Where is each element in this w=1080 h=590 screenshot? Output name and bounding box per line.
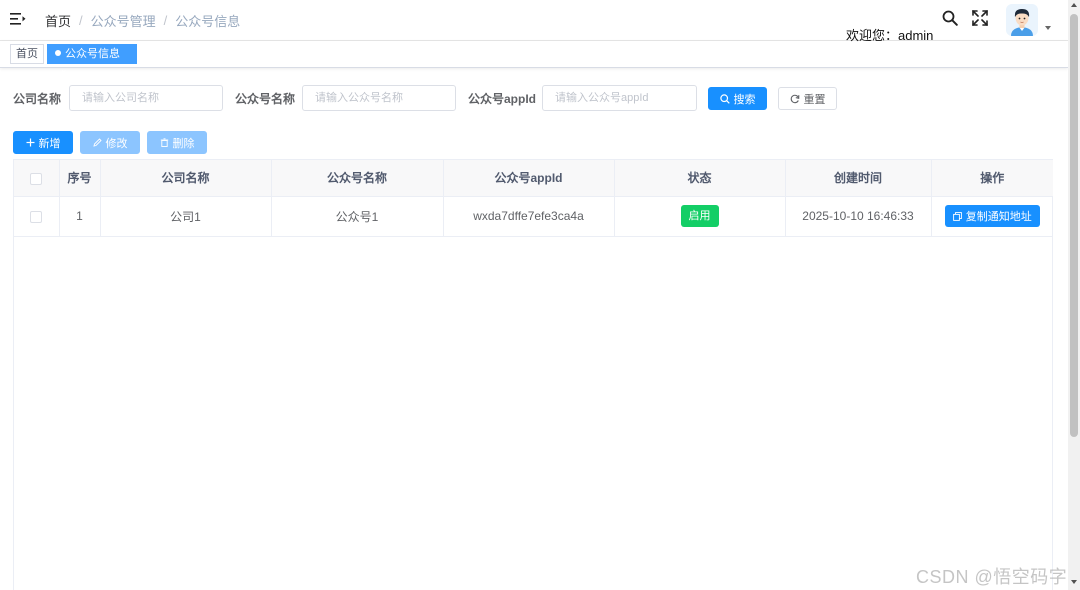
avatar-icon bbox=[1006, 4, 1038, 36]
company-name-label: 公司名称 bbox=[13, 92, 62, 106]
table-header-row: 序号 公司名称 公众号名称 公众号appId 状态 创建时间 操作 bbox=[14, 160, 1053, 197]
breadcrumb-home[interactable]: 首页 bbox=[45, 11, 71, 30]
cell-index: 1 bbox=[59, 196, 101, 237]
scroll-down-arrow-icon[interactable] bbox=[1071, 580, 1077, 584]
account-name-input[interactable] bbox=[302, 85, 456, 111]
edit-button[interactable]: 修改 bbox=[80, 131, 140, 154]
table-row: 1 公司1 公众号1 wxda7dffe7efe3ca4a 启用 2025-10… bbox=[14, 196, 1053, 237]
add-button-label: 新增 bbox=[38, 137, 61, 150]
cell-appid: wxda7dffe7efe3ca4a bbox=[443, 196, 615, 237]
add-button[interactable]: 新增 bbox=[13, 131, 73, 154]
cell-status: 启用 bbox=[614, 196, 786, 237]
appid-input[interactable] bbox=[542, 85, 697, 111]
tag-label: 公众号信息 bbox=[65, 48, 120, 60]
search-button[interactable]: 搜索 bbox=[708, 87, 767, 110]
header-created-time: 创建时间 bbox=[785, 160, 932, 197]
edit-button-label: 修改 bbox=[105, 137, 128, 150]
header-actions: 操作 bbox=[931, 160, 1053, 197]
fullscreen-icon[interactable] bbox=[972, 10, 988, 26]
hamburger-icon[interactable] bbox=[10, 12, 26, 26]
copy-icon bbox=[952, 211, 962, 221]
copy-notify-url-button[interactable]: 复制通知地址 bbox=[944, 205, 1040, 227]
delete-button[interactable]: 删除 bbox=[147, 131, 207, 154]
appid-label: 公众号appId bbox=[468, 92, 536, 106]
cell-select bbox=[14, 196, 60, 237]
breadcrumb-account-info: 公众号信息 bbox=[175, 14, 241, 29]
reset-button-label: 重置 bbox=[803, 93, 826, 106]
active-dot-icon bbox=[55, 50, 61, 56]
caret-down-icon[interactable] bbox=[1045, 26, 1051, 30]
header-select-all bbox=[14, 160, 60, 197]
cell-actions: 复制通知地址 bbox=[931, 196, 1053, 237]
scroll-up-arrow-icon[interactable] bbox=[1071, 3, 1077, 7]
scroll-thumb[interactable] bbox=[1070, 14, 1078, 437]
breadcrumb: 首页 / 公众号管理 / 公众号信息 bbox=[45, 11, 240, 30]
tag-home[interactable]: 首页 bbox=[10, 44, 44, 64]
row-checkbox[interactable] bbox=[30, 210, 43, 223]
header-index: 序号 bbox=[59, 160, 101, 197]
status-badge: 启用 bbox=[680, 205, 719, 227]
header-status: 状态 bbox=[614, 160, 786, 197]
header-company-name: 公司名称 bbox=[100, 160, 272, 197]
search-button-label: 搜索 bbox=[733, 93, 756, 106]
search-icon bbox=[719, 93, 730, 104]
delete-button-label: 删除 bbox=[172, 137, 195, 150]
breadcrumb-separator: / bbox=[163, 13, 168, 28]
edit-icon bbox=[92, 138, 102, 147]
data-table: 序号 公司名称 公众号名称 公众号appId 状态 创建时间 操作 1 公司1 … bbox=[13, 159, 1053, 590]
header-appid: 公众号appId bbox=[443, 160, 615, 197]
company-name-input[interactable] bbox=[69, 85, 223, 111]
trash-icon bbox=[160, 138, 168, 147]
tag-account-info[interactable]: 公众号信息× bbox=[47, 44, 137, 77]
copy-notify-url-label: 复制通知地址 bbox=[965, 211, 1032, 223]
breadcrumb-separator: / bbox=[79, 13, 83, 28]
refresh-icon bbox=[790, 94, 799, 103]
header-account-name: 公众号名称 bbox=[271, 160, 444, 197]
cell-account-name: 公众号1 bbox=[271, 196, 444, 237]
search-icon[interactable] bbox=[942, 10, 958, 26]
account-name-label: 公众号名称 bbox=[235, 92, 296, 106]
plus-icon bbox=[26, 138, 34, 147]
cell-created-time: 2025-10-10 16:46:33 bbox=[785, 196, 932, 237]
page-scrollbar[interactable] bbox=[1068, 0, 1080, 590]
cell-company-name: 公司1 bbox=[100, 196, 272, 237]
watermark: CSDN @悟空码字 bbox=[916, 567, 1068, 587]
reset-button[interactable]: 重置 bbox=[778, 87, 837, 110]
avatar[interactable] bbox=[1006, 4, 1038, 36]
breadcrumb-account-management: 公众号管理 bbox=[90, 14, 156, 29]
tags-view: 首页 公众号信息× bbox=[0, 41, 1068, 77]
select-all-checkbox[interactable] bbox=[30, 172, 43, 185]
close-icon[interactable]: × bbox=[61, 63, 66, 81]
